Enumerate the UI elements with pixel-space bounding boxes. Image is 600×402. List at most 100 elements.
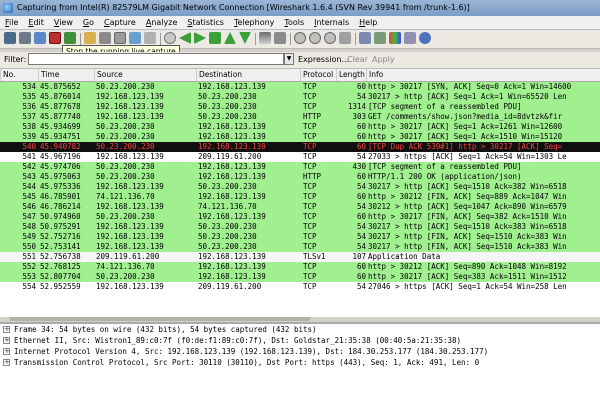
- packet-cell-no: 538: [22, 122, 36, 131]
- close-file-icon[interactable]: [114, 32, 126, 44]
- help-icon[interactable]: [419, 32, 431, 44]
- packet-row[interactable]: 534 45.875652 50.23.200.230 192.168.123.139…: [0, 82, 600, 92]
- packet-row[interactable]: 543 45.975063 50.23.200.230 192.168.123.139…: [0, 172, 600, 182]
- packet-row[interactable]: 546 46.786214 192.168.123.139 74.121.136.70…: [0, 202, 600, 212]
- detail-tree-item[interactable]: + Frame 34: 54 bytes on wire (432 bits), …: [0, 324, 600, 335]
- forward-icon[interactable]: [194, 32, 206, 44]
- packet-cell-len: 60: [356, 82, 366, 91]
- open-icon[interactable]: [84, 32, 96, 44]
- packet-cell-proto: HTTP: [303, 112, 322, 121]
- start-capture-icon[interactable]: [34, 32, 46, 44]
- packet-row[interactable]: 544 45.975336 192.168.123.139 50.23.200.230…: [0, 182, 600, 192]
- reload-icon[interactable]: [129, 32, 141, 44]
- zoom-in-icon[interactable]: [294, 32, 306, 44]
- preferences-icon[interactable]: [404, 32, 416, 44]
- packet-row[interactable]: 548 50.975291 192.168.123.139 50.23.200.230…: [0, 222, 600, 232]
- packet-cell-no: 534: [22, 82, 36, 91]
- packet-cell-dst: 192.168.123.139: [198, 192, 266, 201]
- wireshark-app-icon: [3, 3, 13, 13]
- restart-capture-icon[interactable]: [64, 32, 76, 44]
- display-filters-icon[interactable]: [374, 32, 386, 44]
- find-icon[interactable]: [164, 32, 176, 44]
- packet-row[interactable]: 537 45.877740 192.168.123.139 50.23.200.230…: [0, 112, 600, 122]
- packet-row[interactable]: 538 45.934699 50.23.200.230 192.168.123.139…: [0, 122, 600, 132]
- column-header-length[interactable]: Length: [336, 69, 366, 81]
- menu-telephony[interactable]: Telephony: [229, 16, 279, 29]
- zoom-out-icon[interactable]: [309, 32, 321, 44]
- packet-list-horizontal-scrollbar[interactable]: [0, 317, 600, 321]
- column-header-info[interactable]: Info: [366, 69, 600, 81]
- column-header-source[interactable]: Source: [94, 69, 196, 81]
- menu-statistics[interactable]: Statistics: [182, 16, 229, 29]
- packet-cell-src: 192.168.123.139: [96, 102, 164, 111]
- packet-cell-time: 45.934751: [40, 132, 81, 141]
- packet-row[interactable]: 549 52.752716 192.168.123.139 50.23.200.230…: [0, 232, 600, 242]
- packet-row[interactable]: 550 52.753141 192.168.123.139 50.23.200.230…: [0, 242, 600, 252]
- expand-icon[interactable]: +: [3, 337, 10, 344]
- capture-filters-icon[interactable]: [359, 32, 371, 44]
- print-icon[interactable]: [144, 32, 156, 44]
- packet-cell-info: 30217 > http [ACK] Seq=1510 Ack=382 Win=…: [368, 182, 567, 191]
- expand-icon[interactable]: +: [3, 326, 10, 333]
- first-packet-icon[interactable]: [224, 32, 236, 44]
- detail-tree-item[interactable]: + Ethernet II, Src: Wistron1_89:c0:7f (f0…: [0, 335, 600, 346]
- packet-cell-src: 50.23.200.230: [96, 122, 155, 131]
- packet-cell-proto: TCP: [303, 192, 317, 201]
- resize-columns-icon[interactable]: [339, 32, 351, 44]
- detail-tree-item[interactable]: + Internet Protocol Version 4, Src: 192.1…: [0, 346, 600, 357]
- expand-icon[interactable]: +: [3, 348, 10, 355]
- options-icon[interactable]: [19, 32, 31, 44]
- menu-capture[interactable]: Capture: [99, 16, 141, 29]
- column-header-protocol[interactable]: Protocol: [300, 69, 336, 81]
- menu-edit[interactable]: Edit: [23, 16, 49, 29]
- menu-file[interactable]: File: [0, 16, 23, 29]
- menu-help[interactable]: Help: [354, 16, 382, 29]
- packet-row[interactable]: 547 50.974960 50.23.200.230 192.168.123.139…: [0, 212, 600, 222]
- column-header-time[interactable]: Time: [38, 69, 94, 81]
- expression-button[interactable]: Expression...: [298, 55, 349, 64]
- packet-cell-time: 52.768125: [40, 262, 81, 271]
- clear-button[interactable]: Clear: [347, 55, 368, 64]
- packet-row[interactable]: 539 45.934751 50.23.200.230 192.168.123.139…: [0, 132, 600, 142]
- packet-list[interactable]: No. Time Source Destination Protocol Len…: [0, 69, 600, 317]
- packet-row[interactable]: 535 45.876014 192.168.123.139 50.23.200.230…: [0, 92, 600, 102]
- filter-dropdown-button[interactable]: ▼: [284, 53, 294, 65]
- menu-go[interactable]: Go: [78, 16, 99, 29]
- column-header-no[interactable]: No.: [0, 69, 38, 81]
- stop-capture-icon[interactable]: [49, 32, 61, 44]
- expand-icon[interactable]: +: [3, 359, 10, 366]
- back-icon[interactable]: [179, 32, 191, 44]
- last-packet-icon[interactable]: [239, 32, 251, 44]
- packet-cell-len: 60: [356, 272, 366, 281]
- packet-row[interactable]: 540 45.940782 50.23.200.230 192.168.123.139…: [0, 142, 600, 152]
- packet-cell-src: 192.168.123.139: [96, 232, 164, 241]
- packet-row[interactable]: 545 46.785901 74.121.136.70 192.168.123.139…: [0, 192, 600, 202]
- display-filter-input[interactable]: [28, 53, 284, 65]
- save-icon[interactable]: [99, 32, 111, 44]
- menu-internals[interactable]: Internals: [309, 16, 354, 29]
- packet-row[interactable]: 551 52.756738 209.119.61.200 192.168.123.13…: [0, 252, 600, 262]
- packet-cell-proto: TCP: [303, 122, 317, 131]
- autoscroll-icon[interactable]: [274, 32, 286, 44]
- apply-button[interactable]: Apply: [372, 55, 395, 64]
- packet-cell-no: 537: [22, 112, 36, 121]
- packet-details-pane[interactable]: + Frame 34: 54 bytes on wire (432 bits), …: [0, 322, 600, 402]
- menu-analyze[interactable]: Analyze: [141, 16, 183, 29]
- detail-tree-item[interactable]: + Transmission Control Protocol, Src Port…: [0, 357, 600, 368]
- column-header-destination[interactable]: Destination: [196, 69, 300, 81]
- goto-icon[interactable]: [209, 32, 221, 44]
- menu-tools[interactable]: Tools: [279, 16, 309, 29]
- interfaces-icon[interactable]: [4, 32, 16, 44]
- packet-row[interactable]: 552 52.768125 74.121.136.70 192.168.123.139…: [0, 262, 600, 272]
- packet-row[interactable]: 553 52.807704 50.23.200.230 192.168.123.139…: [0, 272, 600, 282]
- colorize-icon[interactable]: [259, 32, 271, 44]
- normal-size-icon[interactable]: [324, 32, 336, 44]
- packet-row[interactable]: 536 45.877678 192.168.123.139 50.23.200.230…: [0, 102, 600, 112]
- packet-cell-len: 303: [352, 112, 366, 121]
- packet-row[interactable]: 542 45.974706 50.23.200.230 192.168.123.139…: [0, 162, 600, 172]
- menu-view[interactable]: View: [49, 16, 78, 29]
- packet-row[interactable]: 554 52.952559 192.168.123.139 209.119.61.20…: [0, 282, 600, 292]
- packet-row[interactable]: 541 45.967196 192.168.123.139 209.119.61.20…: [0, 152, 600, 162]
- coloring-rules-icon[interactable]: [389, 32, 401, 44]
- scrollbar-thumb[interactable]: [10, 317, 310, 321]
